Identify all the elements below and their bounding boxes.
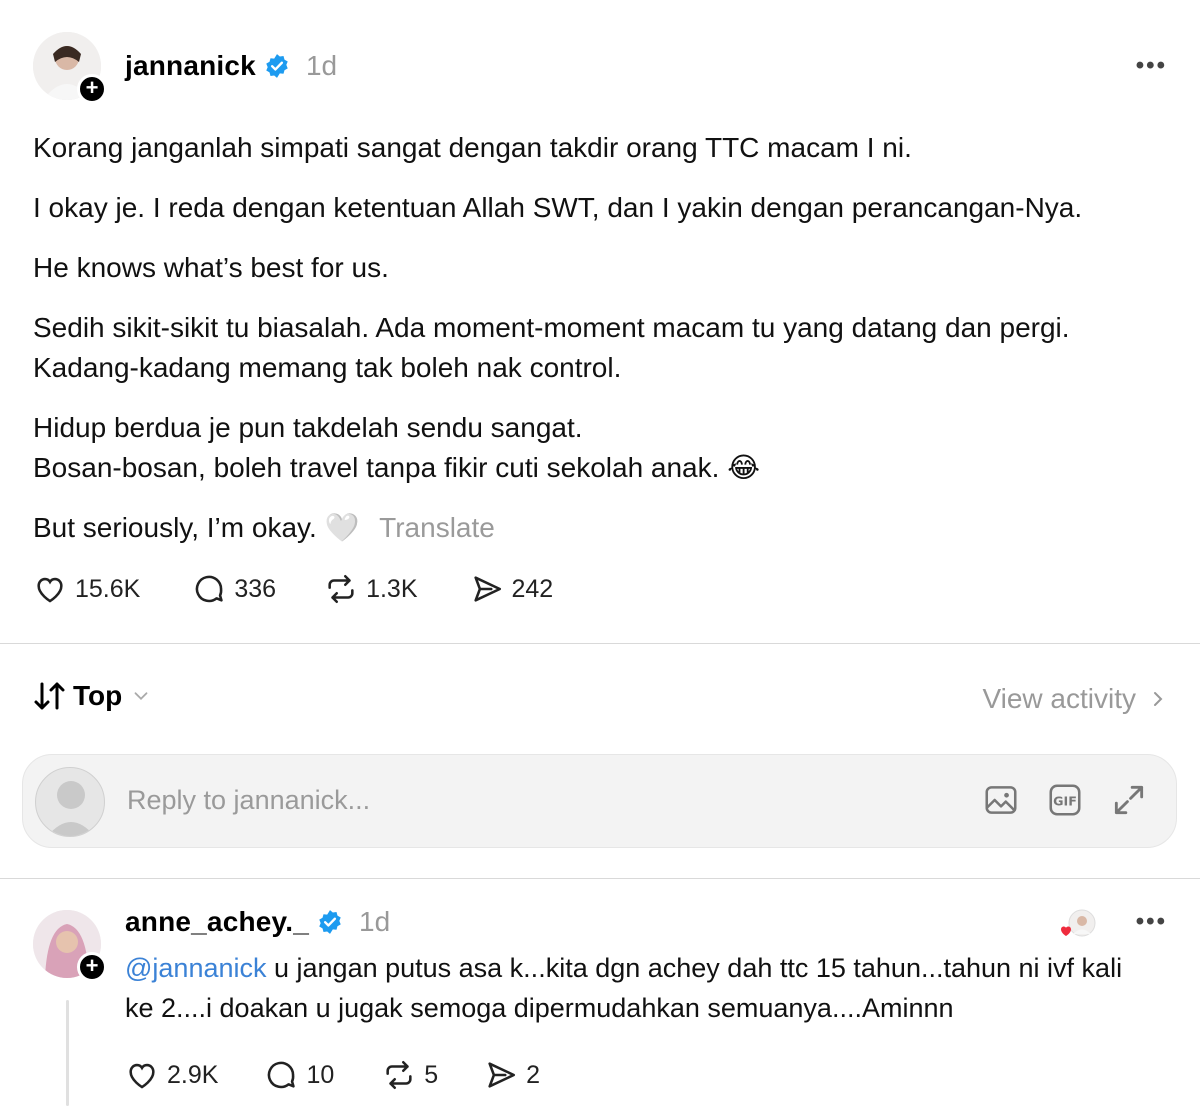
image-attach-icon[interactable] (982, 781, 1020, 819)
comment-bubble-icon (268, 1061, 296, 1089)
post-paragraph: I okay je. I reda dengan ketentuan Allah… (33, 192, 1083, 223)
author-liked-indicator (1058, 908, 1098, 942)
thread-line (66, 1000, 69, 1106)
post-paragraph: He knows what’s best for us. (33, 252, 389, 283)
translate-link[interactable]: Translate (379, 512, 495, 543)
repost-count: 5 (424, 1060, 439, 1089)
author-username[interactable]: jannanick (125, 50, 256, 82)
share-button[interactable]: 2 (484, 1058, 540, 1092)
post-actions: 15.6K 336 1.3K 242 (33, 572, 553, 606)
post-paragraph: Korang janganlah simpati sangat dengan t… (33, 132, 912, 163)
send-icon (488, 1062, 516, 1088)
comment-bubble-icon (196, 575, 224, 603)
repost-icon (328, 574, 354, 604)
heart-icon (37, 577, 63, 603)
chevron-down-icon (134, 692, 148, 701)
comment-body: @jannanick u jangan putus asa k...kita d… (125, 948, 1125, 1028)
reply-tools: GIF (982, 781, 1148, 819)
post-header: jannanick 1d (125, 50, 337, 82)
mention-link[interactable]: @jannanick (125, 953, 267, 983)
comment-button[interactable]: 336 (192, 572, 276, 606)
follow-plus-icon[interactable]: + (77, 74, 107, 104)
repost-icon (386, 1060, 412, 1090)
comment-actions: 2.9K 10 5 2 (125, 1058, 540, 1092)
share-count: 2 (526, 1060, 541, 1089)
like-count: 2.9K (167, 1060, 219, 1089)
repost-button[interactable]: 1.3K (324, 572, 418, 606)
comment-count: 10 (306, 1060, 335, 1089)
chevron-right-icon (1154, 692, 1163, 706)
like-count: 15.6K (75, 574, 141, 603)
reply-composer[interactable]: Reply to jannanick... GIF (22, 754, 1177, 848)
share-button[interactable]: 242 (470, 572, 554, 606)
comment-text: u jangan putus asa k...kita dgn achey da… (125, 953, 1123, 1023)
post-paragraph: Sedih sikit-sikit tu biasalah. Ada momen… (33, 312, 1070, 383)
comment-button[interactable]: 10 (264, 1058, 334, 1092)
reply-input[interactable]: Reply to jannanick... (127, 785, 370, 816)
comment-more-options-icon[interactable]: ••• (1136, 908, 1167, 936)
post-line: Hidup berdua je pun takdelah sendu sanga… (33, 412, 583, 443)
author-avatar[interactable]: + (33, 32, 107, 104)
divider (0, 643, 1200, 644)
verified-badge-icon (319, 910, 341, 934)
comment-header: anne_achey._ 1d (125, 906, 390, 938)
gif-icon[interactable]: GIF (1046, 781, 1084, 819)
repost-button[interactable]: 5 (382, 1058, 438, 1092)
view-activity-label: View activity (982, 683, 1136, 714)
sort-arrows-icon (34, 682, 65, 710)
like-button[interactable]: 15.6K (33, 572, 140, 606)
post-line: But seriously, I’m okay. 🤍 (33, 512, 360, 543)
verified-badge-icon (266, 54, 288, 78)
post-timestamp: 1d (305, 50, 338, 81)
comment-count: 336 (234, 574, 277, 603)
heart-icon (129, 1063, 155, 1089)
post-body: Korang janganlah simpati sangat dengan t… (33, 128, 1153, 568)
like-button[interactable]: 2.9K (125, 1058, 218, 1092)
post-paragraph-last: But seriously, I’m okay. 🤍 Translate (33, 508, 1153, 548)
commenter-avatar[interactable]: + (33, 910, 107, 982)
sort-label: Top (73, 680, 123, 711)
commenter-username[interactable]: anne_achey._ (125, 906, 309, 938)
sort-selector[interactable]: Top (33, 680, 152, 712)
post-more-options-icon[interactable]: ••• (1136, 52, 1167, 80)
svg-text:GIF: GIF (1053, 794, 1077, 809)
view-activity-link[interactable]: View activity (982, 683, 1170, 715)
follow-plus-icon[interactable]: + (77, 952, 107, 982)
expand-icon[interactable] (1110, 781, 1148, 819)
send-icon (473, 576, 501, 602)
default-user-icon (47, 781, 95, 836)
author-liked-avatar-icon (1061, 909, 1096, 937)
repost-count: 1.3K (366, 574, 418, 603)
current-user-avatar (35, 767, 105, 837)
share-count: 242 (511, 574, 554, 603)
post-line: Bosan-bosan, boleh travel tanpa fikir cu… (33, 452, 760, 483)
divider (0, 878, 1200, 879)
comment-timestamp: 1d (359, 906, 391, 937)
post-paragraph-group: Hidup berdua je pun takdelah sendu sanga… (33, 408, 1153, 488)
